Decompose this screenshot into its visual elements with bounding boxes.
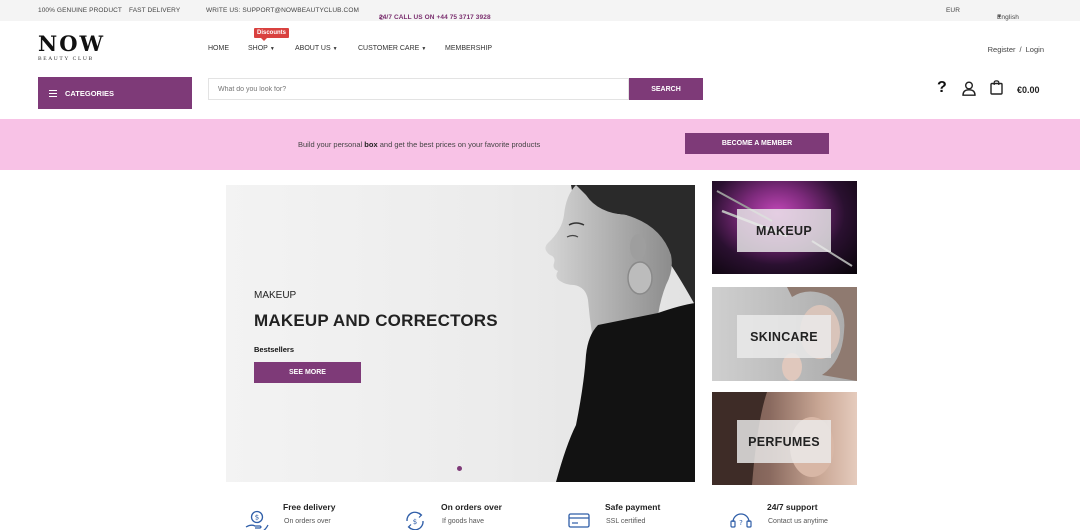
search-input[interactable] bbox=[208, 78, 629, 100]
become-member-button[interactable]: BECOME A MEMBER bbox=[685, 133, 829, 154]
caret-down-icon: ▼ bbox=[421, 46, 427, 52]
category-tile-makeup[interactable]: MAKEUP bbox=[712, 181, 857, 274]
top-bar: 100% GENUINE PRODUCT FAST DELIVERY WRITE… bbox=[0, 0, 1080, 22]
slider-dot[interactable] bbox=[457, 466, 462, 471]
membership-message: Build your personal box and get the best… bbox=[298, 140, 541, 149]
credit-card-icon bbox=[568, 513, 590, 528]
feature-subtitle: On orders over bbox=[284, 518, 331, 525]
see-more-button[interactable]: SEE MORE bbox=[254, 362, 361, 383]
search-button[interactable]: SEARCH bbox=[629, 78, 703, 100]
hero-kicker: MAKEUP bbox=[254, 290, 297, 301]
logo-name: NOW bbox=[38, 31, 106, 56]
auth-links: Register / Login bbox=[988, 45, 1044, 54]
tile-makeup-label: MAKEUP bbox=[737, 209, 831, 252]
hand-coin-icon: $ bbox=[245, 510, 269, 530]
user-icon[interactable] bbox=[962, 81, 976, 96]
support-email-link[interactable]: WRITE US: SUPPORT@NOWBEAUTYCLUB.COM bbox=[206, 7, 359, 14]
hamburger-icon bbox=[49, 89, 57, 97]
caret-down-icon: ▼ bbox=[269, 46, 275, 52]
hero-slider: MAKEUP MAKEUP AND CORRECTORS Bestsellers… bbox=[226, 185, 695, 482]
feature-title: 24/7 support bbox=[767, 502, 818, 512]
shopping-bag-icon[interactable] bbox=[990, 80, 1003, 95]
caret-down-icon: ▼ bbox=[332, 46, 338, 52]
tile-skincare-label: SKINCARE bbox=[737, 315, 831, 358]
call-us-text: 24/7 CALL US ON +44 75 3717 3928 bbox=[379, 14, 491, 21]
feature-subtitle: SSL certified bbox=[606, 518, 646, 525]
discounts-badge[interactable]: Discounts bbox=[254, 28, 290, 41]
question-mark-icon[interactable]: ? bbox=[937, 79, 947, 97]
feature-subtitle: Contact us anytime bbox=[768, 518, 828, 525]
nav-customer-care-label: CUSTOMER CARE bbox=[358, 45, 420, 52]
categories-button[interactable]: CATEGORIES bbox=[38, 77, 192, 109]
category-tile-perfumes[interactable]: PERFUMES bbox=[712, 392, 857, 485]
nav-shop[interactable]: SHOP ▼ bbox=[248, 45, 275, 52]
auth-separator: / bbox=[1019, 45, 1022, 54]
svg-text:?: ? bbox=[739, 519, 743, 527]
nav-customer-care[interactable]: CUSTOMER CARE ▼ bbox=[358, 45, 426, 52]
hero-title: MAKEUP AND CORRECTORS bbox=[254, 311, 498, 330]
currency-selector[interactable]: EUR bbox=[946, 7, 960, 14]
genuine-product-text: 100% GENUINE PRODUCT bbox=[38, 7, 122, 14]
headset-icon: ? bbox=[730, 513, 752, 528]
svg-text:$: $ bbox=[255, 514, 259, 522]
hero-woman-image bbox=[545, 185, 695, 482]
logo[interactable]: NOW BEAUTY CLUB bbox=[38, 31, 108, 63]
nav-about-label: ABOUT US bbox=[295, 45, 331, 52]
nav-home[interactable]: HOME bbox=[208, 45, 229, 52]
nav-shop-label: SHOP bbox=[248, 45, 268, 52]
category-tile-skincare[interactable]: SKINCARE bbox=[712, 287, 857, 381]
feature-subtitle: If goods have bbox=[442, 518, 485, 525]
categories-label: CATEGORIES bbox=[65, 88, 115, 98]
feature-title: Safe payment bbox=[605, 502, 661, 512]
feature-title: Free delivery bbox=[283, 502, 336, 512]
nav-membership-label: MEMBERSHIP bbox=[445, 45, 493, 52]
nav-home-label: HOME bbox=[208, 45, 229, 52]
chevron-down-icon: ▼ bbox=[997, 14, 1003, 20]
register-link[interactable]: Register bbox=[988, 45, 1016, 54]
hero-subtitle: Bestsellers bbox=[254, 345, 295, 354]
fast-delivery-text: FAST DELIVERY bbox=[129, 7, 181, 14]
login-link[interactable]: Login bbox=[1026, 45, 1044, 54]
nav-about-us[interactable]: ABOUT US ▼ bbox=[295, 45, 338, 52]
nav-membership[interactable]: MEMBERSHIP bbox=[445, 45, 492, 52]
svg-text:$: $ bbox=[413, 518, 417, 526]
membership-banner: Build your personal box and get the best… bbox=[0, 119, 1080, 170]
refund-icon: $ bbox=[406, 511, 424, 530]
cart-total[interactable]: €0.00 bbox=[1017, 85, 1040, 95]
feature-title: On orders over bbox=[441, 502, 502, 512]
tile-perfumes-label: PERFUMES bbox=[737, 420, 831, 463]
logo-tagline: BEAUTY CLUB bbox=[38, 56, 94, 62]
